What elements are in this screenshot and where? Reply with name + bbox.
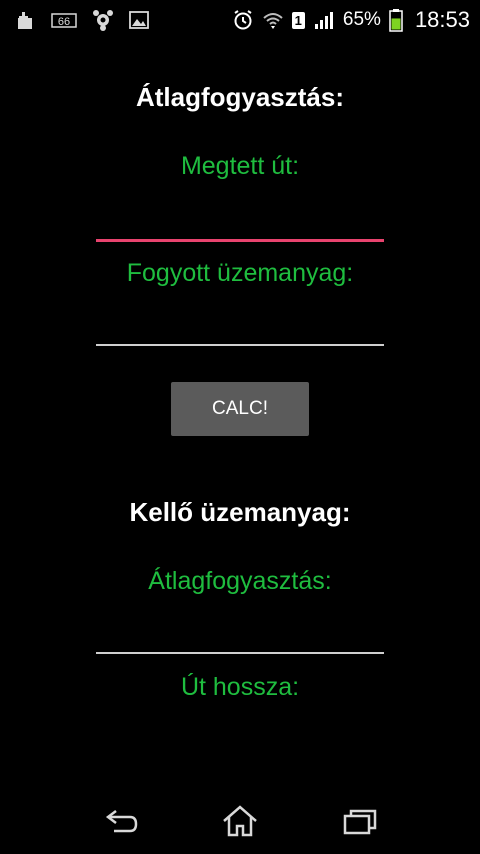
fuel-input[interactable] (96, 306, 384, 342)
distance-input-underline (96, 239, 384, 242)
fuel-label: Fogyott üzemanyag: (126, 259, 354, 287)
status-66-text: 66 (58, 16, 70, 28)
back-button[interactable] (97, 800, 147, 842)
section-title: Kellő üzemanyag: (129, 497, 351, 527)
wifi-icon (262, 7, 284, 33)
clock: 18:53 (414, 7, 470, 32)
avg-consumption-input[interactable] (96, 614, 384, 650)
calc-button[interactable]: CALC! (171, 382, 309, 436)
alarm-icon (232, 7, 254, 33)
avg-consumption-input-underline (96, 652, 384, 654)
status-66-icon: 66 (50, 7, 78, 33)
avg-consumption-label: Átlagfogyasztás: (148, 567, 332, 595)
home-icon (223, 805, 257, 837)
fuel-input-underline (96, 344, 384, 346)
distance-label: Megtett út: (180, 152, 300, 180)
notification-icons: 66 (14, 7, 150, 33)
route-length-label: Út hossza: (180, 673, 300, 701)
battery-percent: 65% (342, 9, 381, 30)
sim-badge: 1 (291, 11, 305, 29)
battery-fill (391, 18, 401, 30)
recent-apps-icon (343, 809, 377, 835)
navigation-bar (0, 788, 480, 854)
distance-input[interactable] (96, 200, 384, 236)
cleaner-icon (14, 7, 36, 33)
avast-icon (92, 7, 114, 33)
image-icon (128, 7, 150, 33)
battery-icon (389, 7, 403, 33)
page-title: Átlagfogyasztás: (135, 82, 345, 112)
back-icon (105, 810, 138, 833)
recent-apps-button[interactable] (335, 800, 385, 842)
system-status: 1 65% 18:53 (232, 7, 470, 33)
signal-icon (313, 7, 335, 33)
home-button[interactable] (215, 800, 265, 842)
status-bar: 66 1 65% 18:53 (0, 0, 480, 40)
